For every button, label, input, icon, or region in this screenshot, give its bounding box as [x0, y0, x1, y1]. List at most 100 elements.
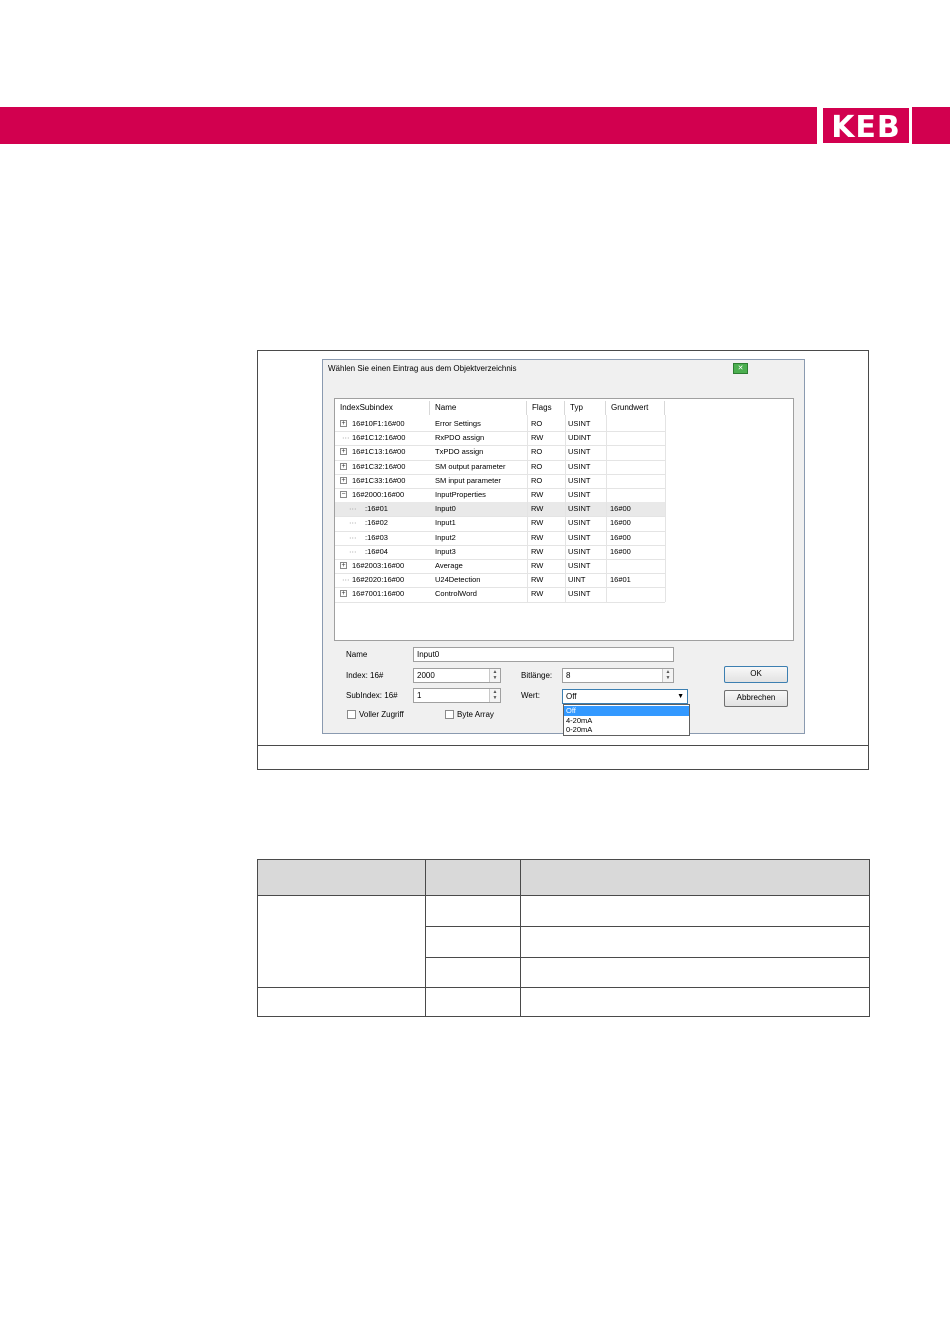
- subindex-stepper[interactable]: 1 ▲ ▼: [413, 688, 501, 703]
- expand-icon[interactable]: +: [340, 476, 347, 484]
- list-item[interactable]: +16#7001:16#00 ControlWord RW USINT: [335, 587, 665, 601]
- row-index: 16#2000:16#00: [352, 490, 405, 499]
- row-flags: RW: [531, 575, 544, 585]
- expand-icon[interactable]: +: [340, 590, 347, 598]
- close-icon[interactable]: ✕: [733, 363, 748, 374]
- row-grundwert: 16#00: [610, 546, 631, 556]
- table-cell: [257, 987, 426, 1017]
- row-flags: RW: [531, 546, 544, 556]
- chevron-down-icon: ▼: [677, 693, 684, 700]
- row-name: Input0: [435, 504, 456, 514]
- list-item[interactable]: +16#10F1:16#00 Error Settings RO USINT: [335, 417, 665, 431]
- table-cell: [425, 895, 521, 927]
- name-field[interactable]: Input0: [413, 647, 674, 662]
- row-name: Error Settings: [435, 419, 481, 428]
- list-item[interactable]: +16#1C13:16#00 TxPDO assign RO USINT: [335, 445, 665, 459]
- index-spinner[interactable]: ▲ ▼: [489, 669, 500, 682]
- list-item[interactable]: +16#1C32:16#00 SM output parameter RO USINT: [335, 460, 665, 474]
- tree-line-icon: ⋯: [349, 532, 357, 542]
- row-separator: [335, 601, 665, 603]
- ok-button[interactable]: OK: [724, 666, 788, 683]
- subindex-spinner[interactable]: ▲ ▼: [489, 689, 500, 702]
- object-directory-dialog: Wählen Sie einen Eintrag aus dem Objektv…: [322, 359, 805, 736]
- row-typ: USINT: [568, 475, 591, 485]
- voller-zugriff-label: Voller Zugriff: [359, 710, 404, 719]
- row-flags: RW: [531, 532, 544, 542]
- row-flags: RW: [531, 504, 544, 514]
- wert-select[interactable]: Off ▼: [562, 689, 688, 704]
- row-typ: USINT: [568, 589, 591, 599]
- list-item[interactable]: ⋯:16#03 Input2 RW USINT 16#00: [335, 531, 665, 545]
- row-index: 16#10F1:16#00: [352, 419, 405, 428]
- row-name: SM output parameter: [435, 461, 506, 471]
- keb-logo: KEB: [823, 108, 909, 145]
- row-typ: USINT: [568, 461, 591, 471]
- index-stepper[interactable]: 2000 ▲ ▼: [413, 668, 501, 683]
- row-grundwert: 16#01: [610, 575, 631, 585]
- row-name: InputProperties: [435, 490, 486, 499]
- row-name: Input2: [435, 532, 456, 542]
- bitlaenge-spinner[interactable]: ▲ ▼: [662, 669, 673, 682]
- list-item[interactable]: ⋯:16#02 Input1 RW USINT 16#00: [335, 516, 665, 530]
- list-item[interactable]: ⋯ 16#1C12:16#00 RxPDO assign RW UDINT: [335, 431, 665, 445]
- column-header-index[interactable]: IndexSubindex: [335, 401, 430, 415]
- voller-zugriff-checkbox[interactable]: [347, 710, 356, 719]
- column-separator: [606, 415, 607, 602]
- row-flags: RW: [531, 490, 544, 499]
- expand-icon[interactable]: +: [340, 420, 347, 427]
- column-separator: [565, 415, 566, 602]
- row-flags: RW: [531, 433, 544, 443]
- table-cell: [520, 987, 870, 1017]
- row-typ: USINT: [568, 518, 591, 528]
- wert-label: Wert:: [521, 691, 540, 700]
- byte-array-label: Byte Array: [457, 710, 494, 719]
- column-header-typ[interactable]: Typ: [565, 401, 606, 415]
- row-index: 16#7001:16#00: [352, 589, 405, 599]
- expand-icon[interactable]: +: [340, 448, 347, 456]
- column-header-flags[interactable]: Flags: [527, 401, 565, 415]
- subindex-label: SubIndex: 16#: [346, 691, 398, 700]
- bitlaenge-stepper[interactable]: 8 ▲ ▼: [562, 668, 674, 683]
- tree-line-icon: ⋯: [349, 518, 357, 528]
- cancel-button[interactable]: Abbrechen: [724, 690, 788, 707]
- collapse-icon[interactable]: −: [340, 491, 347, 498]
- object-list[interactable]: IndexSubindex Name Flags Typ Grundwert +…: [334, 398, 794, 641]
- row-index: :16#03: [365, 532, 388, 542]
- row-grundwert: 16#00: [610, 532, 631, 542]
- tree-line-icon: ⋯: [349, 546, 357, 556]
- table-header-cell: [257, 859, 426, 896]
- list-item[interactable]: +16#1C33:16#00 SM input parameter RO USINT: [335, 474, 665, 488]
- row-index: 16#1C33:16#00: [352, 475, 406, 485]
- row-name: RxPDO assign: [435, 433, 485, 443]
- row-grundwert: 16#00: [610, 504, 631, 514]
- list-item[interactable]: +16#2003:16#00 Average RW USINT: [335, 559, 665, 573]
- list-item[interactable]: ⋯ 16#2020:16#00 U24Detection RW UINT 16#01: [335, 573, 665, 587]
- row-typ: USINT: [568, 419, 591, 428]
- list-item[interactable]: −16#2000:16#00 InputProperties RW USINT: [335, 488, 665, 502]
- wert-option-0-20ma[interactable]: 0-20mA: [564, 725, 689, 735]
- expand-icon[interactable]: +: [340, 462, 347, 470]
- row-index: :16#04: [365, 546, 388, 556]
- row-typ: USINT: [568, 561, 591, 570]
- row-typ: USINT: [568, 504, 591, 514]
- byte-array-checkbox[interactable]: [445, 710, 454, 719]
- row-name: U24Detection: [435, 575, 481, 585]
- row-name: SM input parameter: [435, 475, 501, 485]
- wert-option-off[interactable]: Off: [564, 706, 689, 716]
- row-typ: USINT: [568, 546, 591, 556]
- table-header-cell: [520, 859, 870, 896]
- row-index: 16#2020:16#00: [352, 575, 405, 585]
- column-header-name[interactable]: Name: [430, 401, 527, 415]
- expand-icon[interactable]: +: [340, 562, 347, 569]
- wert-dropdown-list: Off 4-20mA 0-20mA: [563, 704, 690, 736]
- column-header-grundwert[interactable]: Grundwert: [606, 401, 665, 415]
- header-band: [0, 107, 817, 144]
- dialog-title: Wählen Sie einen Eintrag aus dem Objektv…: [328, 364, 517, 373]
- list-item[interactable]: ⋯:16#04 Input3 RW USINT 16#00: [335, 545, 665, 559]
- table-cell: [257, 895, 426, 988]
- row-flags: RO: [531, 475, 543, 485]
- bitlaenge-value: 8: [566, 671, 571, 680]
- tree-line-icon: ⋯: [349, 504, 357, 514]
- list-item[interactable]: ⋯:16#01 Input0 RW USINT 16#00: [335, 502, 665, 517]
- bitlaenge-label: Bitlänge:: [521, 671, 553, 680]
